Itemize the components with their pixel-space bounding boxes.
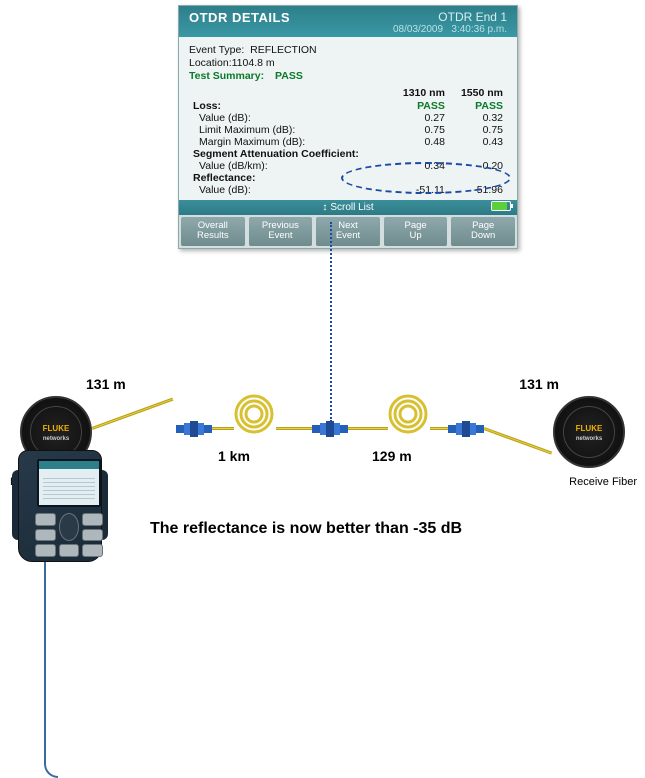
receive-fiber-reel: FLUKEnetworks — [553, 396, 625, 468]
value-dbkm-label: Value (dB/km): — [189, 160, 391, 172]
fiber-cable — [483, 427, 552, 454]
prev-l2: Event — [251, 231, 311, 241]
next-event-button[interactable]: Next Event — [316, 217, 380, 246]
margin-max-1550: 0.43 — [449, 136, 507, 148]
length-131-receive: 131 m — [519, 376, 559, 392]
overall-results-button[interactable]: Overall Results — [181, 217, 245, 246]
margin-max-label: Margin Maximum (dB): — [189, 136, 391, 148]
nav-row: Overall Results Previous Event Next Even… — [179, 215, 517, 248]
otdr-instrument-icon — [10, 450, 110, 568]
reel-brand-label: FLUKEnetworks — [22, 424, 90, 442]
previous-event-button[interactable]: Previous Event — [249, 217, 313, 246]
otdr-title: OTDR DETAILS — [189, 10, 290, 25]
value-dbkm-1310: 0.34 — [391, 160, 449, 172]
diagram-caption: The reflectance is now better than -35 d… — [150, 520, 462, 538]
event-type-row: Event Type: REFLECTION — [189, 44, 507, 56]
refl-value-row: Value (dB): -51.11 -51.96 — [189, 184, 507, 196]
fiber-coil-icon — [386, 392, 430, 436]
fiber-cable — [430, 427, 450, 430]
value-db-1550: 0.32 — [449, 112, 507, 124]
loss-row: Loss: PASS PASS — [189, 100, 507, 112]
location-row: Location:1104.8 m — [189, 57, 507, 69]
measurement-table: 1310 nm 1550 nm Loss: PASS PASS Value (d… — [189, 86, 507, 196]
fiber-connector-icon — [312, 420, 348, 438]
page-down-button[interactable]: Page Down — [451, 217, 515, 246]
length-1km: 1 km — [218, 448, 250, 464]
scroll-label: Scroll List — [330, 202, 373, 213]
fiber-cable — [212, 427, 234, 430]
refl-value-1310: -51.11 — [391, 184, 449, 196]
test-summary-label: Test Summary: — [189, 70, 264, 82]
otdr-header-right: OTDR End 1 08/03/2009 3:40:36 p.m. — [393, 10, 507, 35]
limit-max-row: Limit Maximum (dB): 0.75 0.75 — [189, 124, 507, 136]
next-l2: Event — [318, 231, 378, 241]
margin-max-1310: 0.48 — [391, 136, 449, 148]
reflectance-row: Reflectance: — [189, 172, 507, 184]
length-131-launch: 131 m — [86, 376, 126, 392]
test-summary-value: PASS — [275, 70, 303, 82]
value-db-row: Value (dB): 0.27 0.32 — [189, 112, 507, 124]
otdr-date: 08/03/2009 — [393, 24, 443, 35]
receive-fiber-label: Receive Fiber — [569, 476, 637, 488]
limit-max-1310: 0.75 — [391, 124, 449, 136]
fiber-cable — [276, 427, 314, 430]
limit-max-1550: 0.75 — [449, 124, 507, 136]
fiber-connector-icon — [176, 420, 212, 438]
value-db-1310: 0.27 — [391, 112, 449, 124]
pgup-l2: Up — [386, 231, 446, 241]
overall-l2: Results — [183, 231, 243, 241]
value-db-label: Value (dB): — [189, 112, 391, 124]
limit-max-label: Limit Maximum (dB): — [189, 124, 391, 136]
fiber-coil-icon — [232, 392, 276, 436]
event-type-value: REFLECTION — [250, 44, 317, 56]
table-header-row: 1310 nm 1550 nm — [189, 86, 507, 100]
otdr-endpoint: OTDR End 1 — [393, 10, 507, 24]
location-label: Location: — [189, 57, 232, 69]
value-dbkm-1550: 0.20 — [449, 160, 507, 172]
pgdn-l2: Down — [453, 231, 513, 241]
loss-1550: PASS — [449, 100, 507, 112]
test-summary-row: Test Summary: PASS — [189, 70, 507, 82]
fiber-cable — [91, 398, 173, 430]
otdr-time: 3:40:36 p.m. — [451, 24, 507, 35]
col-1310: 1310 nm — [391, 86, 449, 100]
loss-label: Loss: — [189, 100, 391, 112]
otdr-timestamp: 08/03/2009 3:40:36 p.m. — [393, 24, 507, 35]
otdr-header: OTDR DETAILS OTDR End 1 08/03/2009 3:40:… — [179, 6, 517, 37]
value-dbkm-row: Value (dB/km): 0.34 0.20 — [189, 160, 507, 172]
fiber-connector-icon — [448, 420, 484, 438]
page-up-button[interactable]: Page Up — [384, 217, 448, 246]
refl-value-1550: -51.96 — [449, 184, 507, 196]
seg-atten-row: Segment Attenuation Coefficient: — [189, 148, 507, 160]
reflectance-label: Reflectance: — [189, 172, 391, 184]
otdr-details-window: OTDR DETAILS OTDR End 1 08/03/2009 3:40:… — [178, 5, 518, 249]
fiber-cable — [348, 427, 388, 430]
otdr-body: Event Type: REFLECTION Location:1104.8 m… — [179, 37, 517, 200]
loss-1310: PASS — [391, 100, 449, 112]
battery-icon — [491, 201, 511, 211]
margin-max-row: Margin Maximum (dB): 0.48 0.43 — [189, 136, 507, 148]
location-value: 1104.8 m — [232, 57, 275, 69]
event-type-label: Event Type: — [189, 44, 244, 56]
col-1550: 1550 nm — [449, 86, 507, 100]
refl-value-label: Value (dB): — [189, 184, 391, 196]
seg-atten-label: Segment Attenuation Coefficient: — [189, 148, 391, 160]
reel-brand-label: FLUKEnetworks — [555, 424, 623, 442]
scroll-list-bar[interactable]: Scroll List — [179, 200, 517, 215]
length-129m: 129 m — [372, 448, 412, 464]
